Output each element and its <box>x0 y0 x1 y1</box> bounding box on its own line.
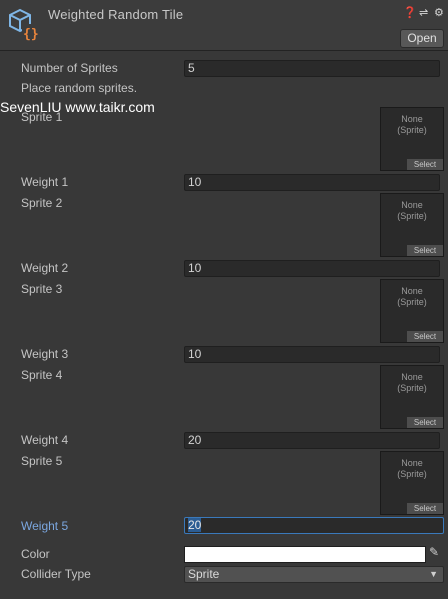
sprite-5-none-text: None (Sprite) <box>397 458 427 479</box>
color-swatch-field[interactable] <box>184 546 426 563</box>
sprite-5-label: Sprite 5 <box>21 454 63 468</box>
sprite-4-label: Sprite 4 <box>21 368 63 382</box>
number-of-sprites-label: Number of Sprites <box>21 61 118 75</box>
weight-3-label: Weight 3 <box>21 347 69 361</box>
weight-4-field[interactable]: 20 <box>184 432 440 449</box>
sprite-3-label: Sprite 3 <box>21 282 63 296</box>
weight-5-field[interactable]: 20 <box>184 517 444 534</box>
weight-3-field[interactable]: 10 <box>184 346 440 363</box>
svg-text:{}: {} <box>23 27 39 42</box>
dropdown-arrow-icon: ▼ <box>429 569 438 579</box>
sprite-5-select-button[interactable]: Select <box>407 503 443 514</box>
sprite-2-slot[interactable]: None (Sprite) Select <box>380 193 444 257</box>
tile-asset-icon: {} <box>9 8 40 42</box>
presets-icon[interactable]: ⇌ <box>419 6 428 19</box>
settings-icon[interactable]: ⚙ <box>434 6 444 19</box>
sprite-5-slot[interactable]: None (Sprite) Select <box>380 451 444 515</box>
sprite-4-select-button[interactable]: Select <box>407 417 443 428</box>
collider-type-label: Collider Type <box>21 567 91 581</box>
sprite-2-select-button[interactable]: Select <box>407 245 443 256</box>
weight-2-field[interactable]: 10 <box>184 260 440 277</box>
eyedropper-icon[interactable]: ✎ <box>429 545 439 559</box>
sprite-2-label: Sprite 2 <box>21 196 63 210</box>
help-icon[interactable]: ❓ <box>403 6 417 19</box>
inspector-header: {} Weighted Random Tile ❓ ⇌ ⚙ Open <box>0 0 448 51</box>
inspector-title: Weighted Random Tile <box>48 7 184 22</box>
sprite-1-select-button[interactable]: Select <box>407 159 443 170</box>
collider-type-dropdown[interactable]: Sprite ▼ <box>184 566 444 583</box>
watermark-text: SevenLIU www.taikr.com <box>0 99 155 115</box>
sprite-3-none-text: None (Sprite) <box>397 286 427 307</box>
sprite-1-none-text: None (Sprite) <box>397 114 427 135</box>
hint-text: Place random sprites. <box>21 81 138 95</box>
sprite-4-slot[interactable]: None (Sprite) Select <box>380 365 444 429</box>
number-of-sprites-field[interactable]: 5 <box>184 60 440 77</box>
weight-1-field[interactable]: 10 <box>184 174 440 191</box>
weight-2-label: Weight 2 <box>21 261 69 275</box>
weight-5-label: Weight 5 <box>21 519 69 533</box>
sprite-2-none-text: None (Sprite) <box>397 200 427 221</box>
sprite-1-slot[interactable]: None (Sprite) Select <box>380 107 444 171</box>
collider-type-value: Sprite <box>188 567 220 581</box>
weight-1-label: Weight 1 <box>21 175 69 189</box>
color-label: Color <box>21 547 50 561</box>
sprite-3-slot[interactable]: None (Sprite) Select <box>380 279 444 343</box>
sprite-3-select-button[interactable]: Select <box>407 331 443 342</box>
weight-4-label: Weight 4 <box>21 433 69 447</box>
open-button[interactable]: Open <box>400 29 444 48</box>
sprite-4-none-text: None (Sprite) <box>397 372 427 393</box>
weight-5-value: 20 <box>188 518 202 532</box>
